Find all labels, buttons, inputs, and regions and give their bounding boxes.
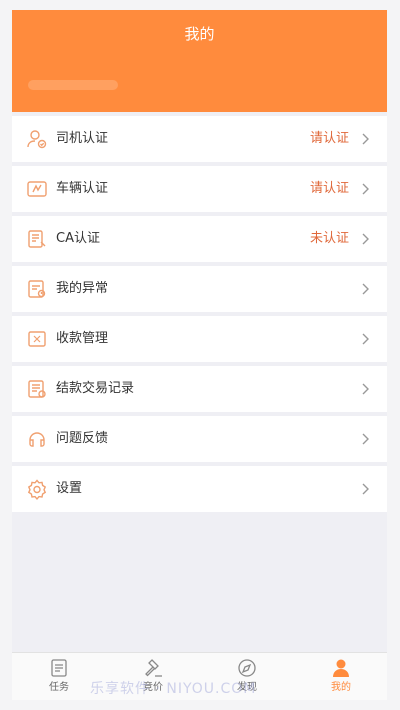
menu-label: 问题反馈	[56, 431, 109, 446]
profile-icon	[333, 659, 349, 677]
header: 我的	[12, 10, 387, 112]
menu-label: 车辆认证	[56, 181, 109, 196]
menu-item-transaction-records[interactable]: 结款交易记录	[12, 366, 387, 412]
chevron-right-icon	[362, 433, 369, 445]
menu-label: 我的异常	[56, 281, 109, 296]
settings-gear-icon	[26, 478, 48, 500]
chevron-right-icon	[362, 233, 369, 245]
feedback-icon	[26, 428, 48, 450]
exception-doc-icon	[26, 278, 48, 300]
watermark-text: 乐享软件 · NIYOU.COM	[90, 681, 257, 697]
tab-label: 我的	[331, 682, 351, 693]
status-text: 请认证	[309, 131, 349, 146]
menu-item-driver-verification[interactable]: 司机认证 请认证	[12, 116, 387, 162]
status-text: 未认证	[309, 231, 349, 246]
compass-icon	[238, 659, 256, 677]
menu-label: 司机认证	[56, 131, 109, 146]
menu-label: 设置	[56, 481, 83, 496]
menu-list: 司机认证 请认证 车辆认证 请认证 CA认证 未认证 我的异常 收款管理 结款交…	[12, 116, 387, 516]
certificate-icon	[26, 228, 48, 250]
user-info-blurred	[28, 80, 118, 90]
chevron-right-icon	[362, 333, 369, 345]
page-title: 我的	[184, 25, 215, 43]
chevron-right-icon	[362, 383, 369, 395]
chevron-right-icon	[362, 183, 369, 195]
menu-label: 收款管理	[56, 331, 109, 346]
vehicle-card-icon	[26, 178, 48, 200]
status-text: 请认证	[309, 181, 349, 196]
menu-item-my-exceptions[interactable]: 我的异常	[12, 266, 387, 312]
menu-label: CA认证	[56, 231, 100, 246]
chevron-right-icon	[362, 483, 369, 495]
menu-item-settings[interactable]: 设置	[12, 466, 387, 512]
gavel-icon	[145, 659, 162, 677]
menu-label: 结款交易记录	[56, 381, 135, 396]
menu-item-ca-verification[interactable]: CA认证 未认证	[12, 216, 387, 262]
chevron-right-icon	[362, 133, 369, 145]
menu-item-feedback[interactable]: 问题反馈	[12, 416, 387, 462]
payment-icon	[26, 328, 48, 350]
task-icon	[51, 659, 67, 677]
transaction-record-icon	[26, 378, 48, 400]
menu-item-payment-management[interactable]: 收款管理	[12, 316, 387, 362]
menu-item-vehicle-verification[interactable]: 车辆认证 请认证	[12, 166, 387, 212]
chevron-right-icon	[362, 283, 369, 295]
tab-mine[interactable]: 我的	[294, 653, 387, 700]
app-screen: 我的 司机认证 请认证 车辆认证 请认证 CA认证 未认证 我的异常 收款管理 …	[12, 10, 387, 700]
driver-id-icon	[26, 128, 48, 150]
